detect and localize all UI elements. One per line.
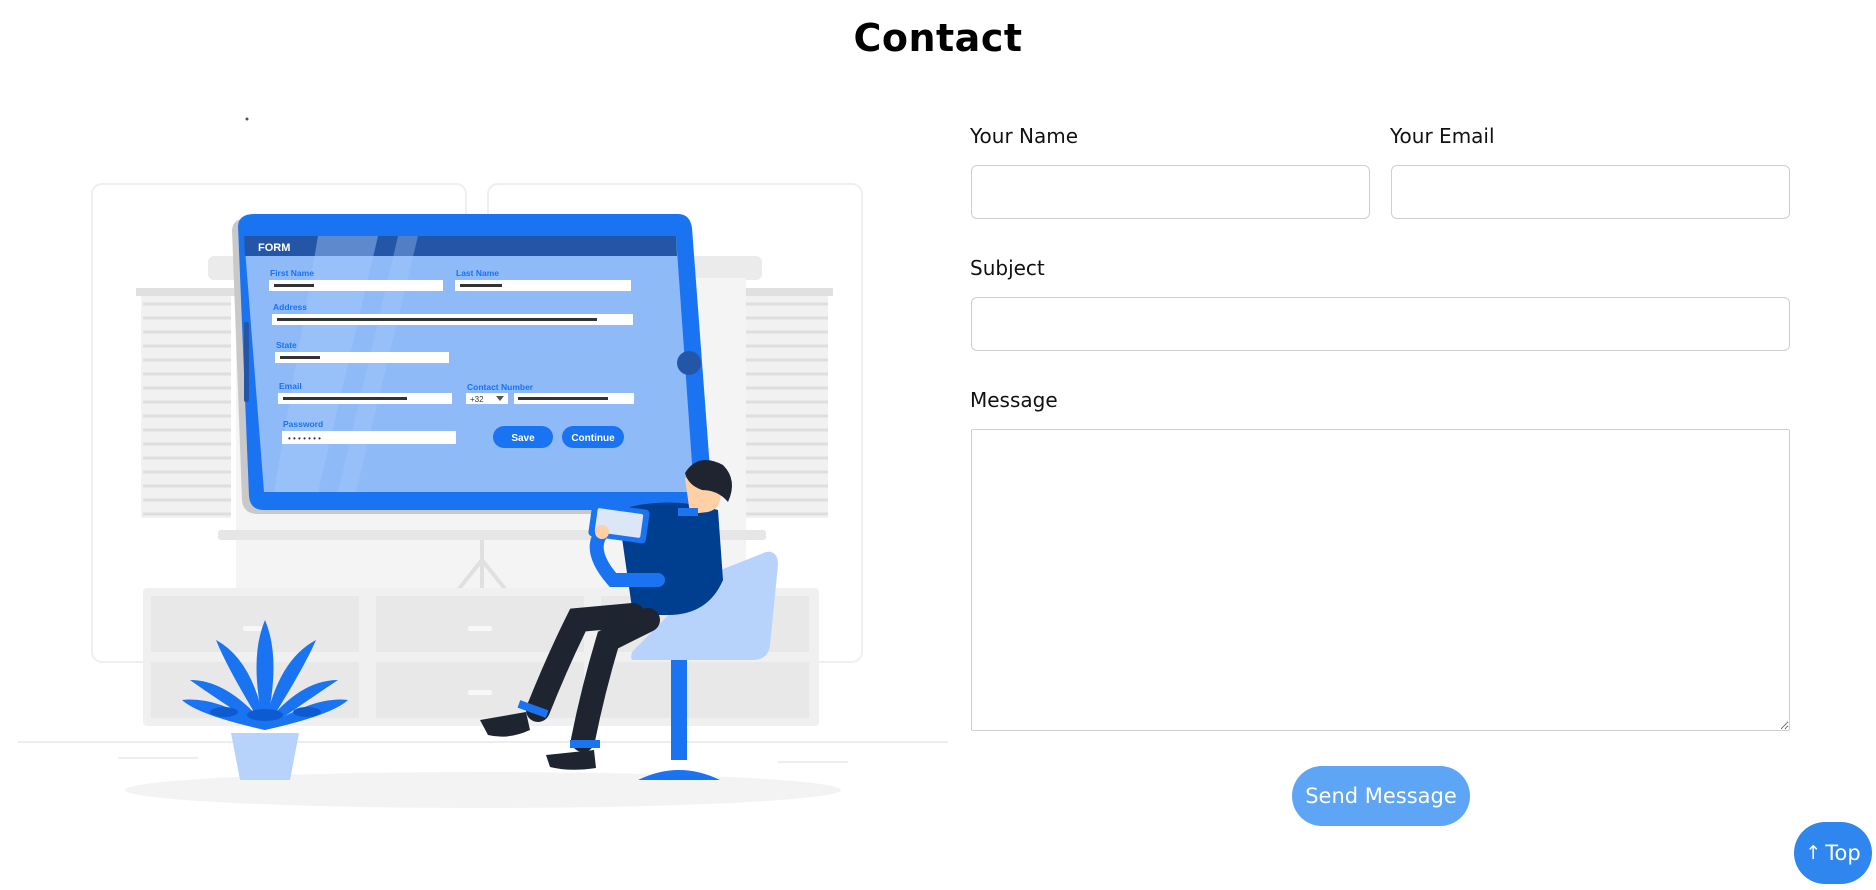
- subject-label: Subject: [970, 256, 1045, 280]
- arrow-up-icon: ↑: [1805, 842, 1822, 864]
- svg-text:Contact Number: Contact Number: [467, 382, 534, 392]
- name-label: Your Name: [970, 124, 1079, 148]
- svg-text:State: State: [276, 340, 297, 350]
- illustration-svg: FORM First Name Last Name Address State …: [18, 117, 948, 808]
- svg-text:Save: Save: [511, 433, 535, 444]
- subject-input[interactable]: [971, 297, 1790, 351]
- scroll-to-top-button[interactable]: ↑ Top: [1794, 822, 1872, 884]
- svg-text:Address: Address: [273, 302, 307, 312]
- message-textarea[interactable]: [971, 429, 1790, 731]
- scroll-to-top-label: Top: [1825, 841, 1861, 865]
- name-input[interactable]: [971, 165, 1370, 219]
- contact-illustration: FORM First Name Last Name Address State …: [18, 100, 948, 830]
- send-message-button[interactable]: Send Message: [1292, 766, 1470, 826]
- svg-text:+32: +32: [470, 395, 484, 404]
- svg-text:Password: Password: [283, 419, 323, 429]
- screen-form-header: FORM: [258, 242, 290, 254]
- page-title: Contact: [853, 16, 1023, 60]
- email-input[interactable]: [1391, 165, 1790, 219]
- svg-text:• • • • • • •: • • • • • • •: [288, 434, 321, 443]
- svg-text:Last Name: Last Name: [456, 268, 499, 278]
- svg-text:First Name: First Name: [270, 268, 314, 278]
- svg-text:Email: Email: [279, 381, 302, 391]
- svg-text:Continue: Continue: [571, 433, 615, 444]
- message-label: Message: [970, 388, 1058, 412]
- email-label: Your Email: [1390, 124, 1495, 148]
